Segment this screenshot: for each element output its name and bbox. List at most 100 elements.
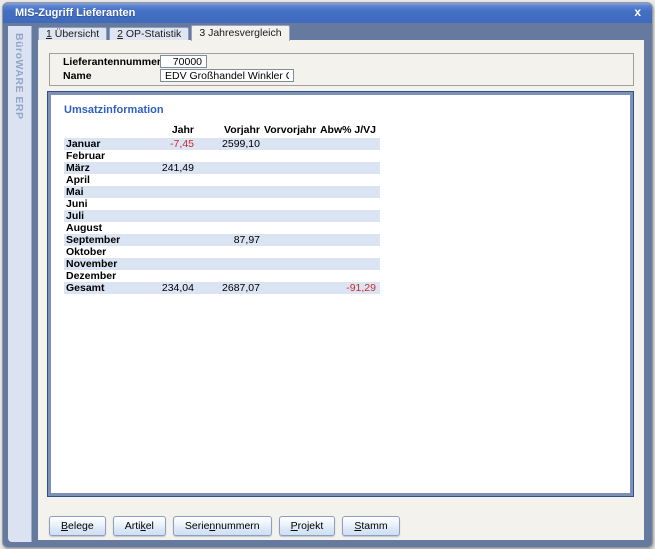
label-rest: nummern bbox=[215, 520, 259, 532]
row-label: August bbox=[64, 222, 152, 234]
cell-abw bbox=[318, 138, 380, 150]
cell-vorjahr: 87,97 bbox=[198, 234, 264, 246]
stamm-button[interactable]: Stamm bbox=[342, 516, 399, 536]
title-bar: MIS-Zugriff Lieferanten x bbox=[3, 3, 652, 23]
cell-vorjahr bbox=[198, 198, 264, 210]
cell-vorjahr bbox=[198, 246, 264, 258]
cell-abw bbox=[318, 150, 380, 162]
cell-jahr bbox=[152, 174, 198, 186]
projekt-button[interactable]: Projekt bbox=[279, 516, 336, 536]
table-header-row: JahrVorjahrVorvorjahrAbw% J/VJ bbox=[64, 122, 380, 138]
seriennummern-button[interactable]: Seriennummern bbox=[173, 516, 272, 536]
column-header: Jahr bbox=[152, 122, 198, 138]
cell-vorjahr bbox=[198, 210, 264, 222]
report-area: Umsatzinformation JahrVorjahrVorvorjahrA… bbox=[47, 91, 634, 497]
cell-vorvorjahr bbox=[264, 198, 318, 210]
cell-jahr bbox=[152, 246, 198, 258]
label-rest: rojekt bbox=[298, 520, 324, 532]
row-label: Dezember bbox=[64, 270, 152, 282]
window-title: MIS-Zugriff Lieferanten bbox=[3, 7, 135, 19]
table-row: Gesamt234,042687,07-91,29 bbox=[64, 282, 380, 294]
table-row: Juni bbox=[64, 198, 380, 210]
app-window: MIS-Zugriff Lieferanten x BüroWARE ERP 1… bbox=[2, 2, 653, 548]
table-row: März241,49 bbox=[64, 162, 380, 174]
main-panel: Lieferantennummer Name Umsatzinformation… bbox=[38, 40, 644, 540]
cell-abw bbox=[318, 174, 380, 186]
cell-vorjahr bbox=[198, 258, 264, 270]
row-label: März bbox=[64, 162, 152, 174]
tab-1[interactable]: 1 Übersicht bbox=[38, 27, 107, 41]
column-header: Vorvorjahr bbox=[264, 122, 318, 138]
brand-label: BüroWARE ERP bbox=[13, 26, 25, 120]
row-label: November bbox=[64, 258, 152, 270]
cell-abw: -91,29 bbox=[318, 282, 380, 294]
close-icon[interactable]: x bbox=[634, 5, 641, 19]
cell-jahr bbox=[152, 198, 198, 210]
cell-vorjahr bbox=[198, 162, 264, 174]
cell-jahr bbox=[152, 210, 198, 222]
cell-jahr bbox=[152, 186, 198, 198]
artikel-button[interactable]: Artikel bbox=[113, 516, 166, 536]
accel: B bbox=[61, 520, 68, 532]
cell-jahr: 234,04 bbox=[152, 282, 198, 294]
table-row: November bbox=[64, 258, 380, 270]
report-heading: Umsatzinformation bbox=[64, 104, 164, 116]
cell-abw bbox=[318, 234, 380, 246]
label-rest: 3 Jahresvergleich bbox=[199, 27, 281, 39]
cell-vorvorjahr bbox=[264, 246, 318, 258]
cell-abw bbox=[318, 210, 380, 222]
cell-jahr bbox=[152, 258, 198, 270]
cell-vorvorjahr bbox=[264, 270, 318, 282]
label-pre: Arti bbox=[125, 520, 141, 532]
label-rest: tamm bbox=[361, 520, 387, 532]
supplier-number-label: Lieferantennummer bbox=[63, 56, 160, 68]
row-label: April bbox=[64, 174, 152, 186]
cell-vorjahr: 2599,10 bbox=[198, 138, 264, 150]
row-label: Gesamt bbox=[64, 282, 152, 294]
table-row: Mai bbox=[64, 186, 380, 198]
column-header bbox=[64, 122, 152, 138]
table-row: Juli bbox=[64, 210, 380, 222]
table-row: Dezember bbox=[64, 270, 380, 282]
column-header: Abw% J/VJ bbox=[318, 122, 380, 138]
cell-abw bbox=[318, 246, 380, 258]
cell-vorvorjahr bbox=[264, 222, 318, 234]
cell-abw bbox=[318, 270, 380, 282]
label-rest: elege bbox=[68, 520, 94, 532]
form-row: Lieferantennummer bbox=[63, 55, 160, 69]
cell-vorjahr bbox=[198, 222, 264, 234]
label-rest: el bbox=[146, 520, 154, 532]
cell-vorvorjahr bbox=[264, 258, 318, 270]
label-pre: Serie bbox=[185, 520, 210, 532]
cell-vorvorjahr bbox=[264, 174, 318, 186]
cell-vorjahr bbox=[198, 174, 264, 186]
table-row: Februar bbox=[64, 150, 380, 162]
row-label: Mai bbox=[64, 186, 152, 198]
cell-jahr bbox=[152, 270, 198, 282]
tab-3[interactable]: 3 Jahresvergleich bbox=[191, 25, 289, 41]
table-row: September87,97 bbox=[64, 234, 380, 246]
cell-jahr bbox=[152, 150, 198, 162]
tab-2[interactable]: 2 OP-Statistik bbox=[109, 27, 189, 41]
brand-sidebar: BüroWARE ERP bbox=[8, 26, 32, 542]
screen: MIS-Zugriff Lieferanten x BüroWARE ERP 1… bbox=[0, 0, 655, 549]
supplier-form: Lieferantennummer Name bbox=[49, 53, 634, 86]
row-label: Oktober bbox=[64, 246, 152, 258]
cell-jahr: 241,49 bbox=[152, 162, 198, 174]
row-label: Februar bbox=[64, 150, 152, 162]
cell-abw bbox=[318, 186, 380, 198]
belege-button[interactable]: Belege bbox=[49, 516, 106, 536]
cell-vorjahr bbox=[198, 186, 264, 198]
table-row: August bbox=[64, 222, 380, 234]
sales-comparison-table: JahrVorjahrVorvorjahrAbw% J/VJ Januar-7,… bbox=[64, 122, 380, 294]
column-header: Vorjahr bbox=[198, 122, 264, 138]
supplier-name-input[interactable] bbox=[160, 69, 294, 82]
table-row: Januar-7,452599,10 bbox=[64, 138, 380, 150]
row-label: Januar bbox=[64, 138, 152, 150]
cell-vorjahr bbox=[198, 150, 264, 162]
form-row: Name bbox=[63, 69, 160, 83]
cell-vorvorjahr bbox=[264, 138, 318, 150]
cell-vorvorjahr bbox=[264, 150, 318, 162]
row-label: Juni bbox=[64, 198, 152, 210]
supplier-number-input[interactable] bbox=[160, 55, 207, 68]
